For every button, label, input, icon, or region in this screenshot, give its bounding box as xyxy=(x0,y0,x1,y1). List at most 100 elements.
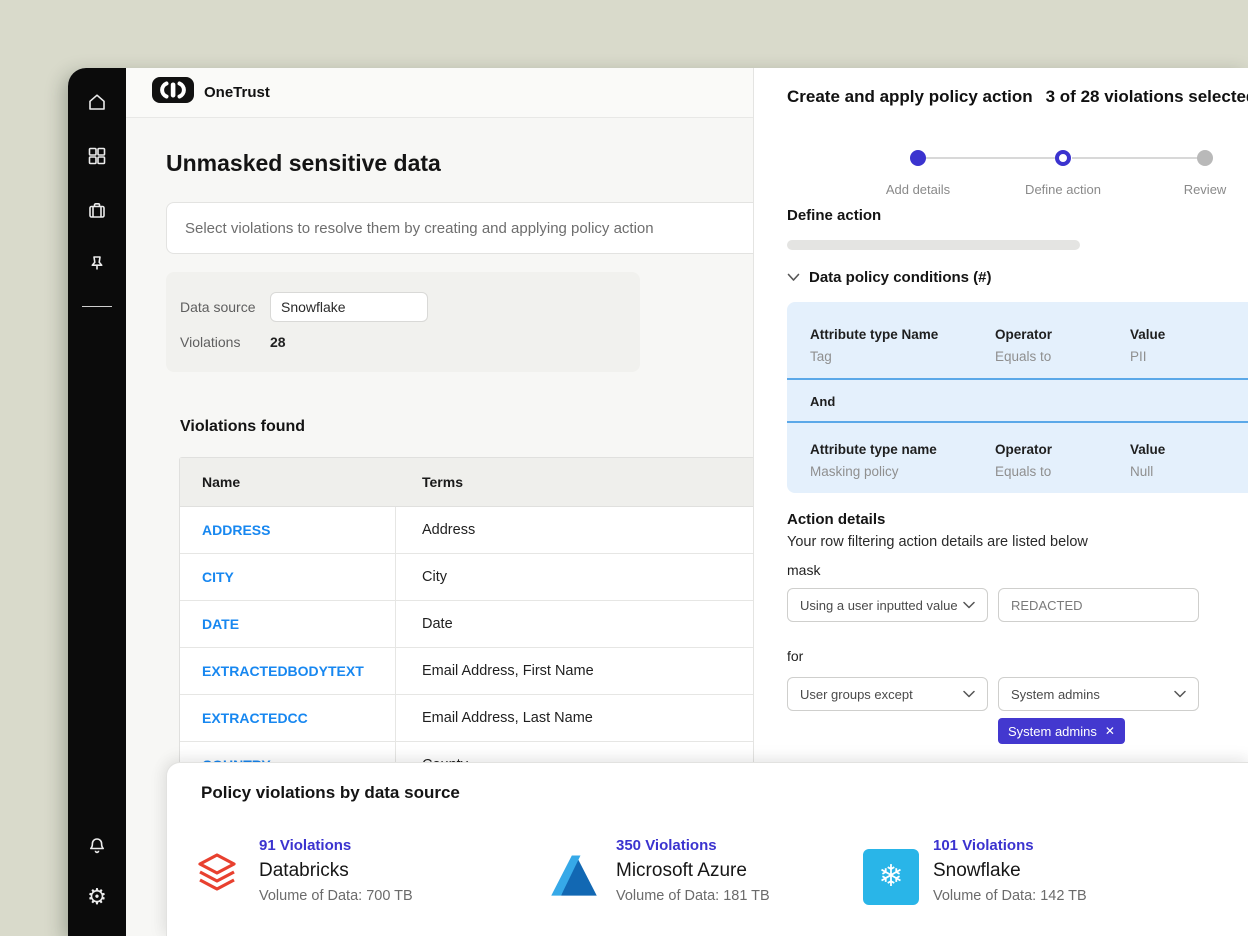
chevron-down-icon xyxy=(787,273,800,282)
define-action-heading: Define action xyxy=(787,207,881,224)
table-header-row: Name Terms xyxy=(180,458,754,507)
table-row[interactable]: CITY City xyxy=(180,554,754,601)
condition-attr-value: Masking policy xyxy=(810,464,937,479)
for-label: for xyxy=(787,648,803,664)
action-details-subheading: Your row filtering action details are li… xyxy=(787,534,1088,550)
data-source-databricks: 91 Violations Databricks Volume of Data:… xyxy=(189,837,413,904)
page-title: Unmasked sensitive data xyxy=(166,150,441,177)
gear-icon[interactable]: ⚙ xyxy=(81,882,113,914)
bell-icon[interactable] xyxy=(81,830,113,862)
chevron-down-icon xyxy=(1174,690,1186,698)
violations-link[interactable]: 101 Violations xyxy=(933,837,1087,854)
condition-value-label: Value xyxy=(1130,442,1165,457)
source-volume: Volume of Data: 142 TB xyxy=(933,888,1087,904)
condition-divider xyxy=(787,378,1248,380)
violations-count-label: Violations xyxy=(180,334,270,350)
mask-method-dropdown[interactable]: Using a user inputted value xyxy=(787,588,988,622)
condition-divider xyxy=(787,421,1248,423)
condition-value-label: Value xyxy=(1130,327,1165,342)
violation-terms: Email Address, Last Name xyxy=(396,710,754,726)
chevron-down-icon xyxy=(963,601,975,609)
source-volume: Volume of Data: 700 TB xyxy=(259,888,413,904)
condition-attr-label: Attribute type name xyxy=(810,442,937,457)
violation-terms: Email Address, First Name xyxy=(396,663,754,679)
data-source-azure: 350 Violations Microsoft Azure Volume of… xyxy=(546,837,770,904)
wizard-stepper: Add details Define action Review xyxy=(787,140,1227,200)
primary-sidebar: ⚙ xyxy=(68,68,126,936)
condition-value-value: PII xyxy=(1130,349,1165,364)
azure-logo-icon xyxy=(546,849,602,901)
step-dot-upcoming xyxy=(1197,150,1213,166)
snowflake-logo-icon: ❄ xyxy=(863,849,919,905)
violations-found-heading: Violations found xyxy=(180,418,305,436)
source-name: Microsoft Azure xyxy=(616,860,770,882)
app-window: ⚙ OneTrust Unmasked sensitive data Selec… xyxy=(68,68,1248,936)
footer-title: Policy violations by data source xyxy=(201,783,460,803)
for-method-dropdown[interactable]: User groups except xyxy=(787,677,988,711)
data-policy-conditions-box: Attribute type Name Tag Operator Equals … xyxy=(787,302,1248,493)
brand-name: OneTrust xyxy=(204,84,270,101)
violation-name-link[interactable]: ADDRESS xyxy=(180,507,396,553)
onetrust-logo-icon xyxy=(152,77,194,108)
step-dot-current xyxy=(1055,150,1071,166)
step-label-add-details[interactable]: Add details xyxy=(886,182,950,197)
step-label-review[interactable]: Review xyxy=(1184,182,1227,197)
policy-violations-card: Policy violations by data source 91 Viol… xyxy=(166,762,1248,936)
pin-icon[interactable] xyxy=(81,248,113,280)
sidebar-divider xyxy=(82,306,112,307)
column-header-terms: Terms xyxy=(396,474,754,490)
mask-label: mask xyxy=(787,562,820,578)
violation-terms: Date xyxy=(396,616,754,632)
violation-name-link[interactable]: DATE xyxy=(180,601,396,647)
violation-terms: City xyxy=(396,569,754,585)
violation-name-link[interactable]: EXTRACTEDBODYTEXT xyxy=(180,648,396,694)
briefcase-icon[interactable] xyxy=(81,194,113,226)
conditions-heading-text: Data policy conditions (#) xyxy=(809,269,992,286)
conditions-section-toggle[interactable]: Data policy conditions (#) xyxy=(787,269,992,286)
action-details-heading: Action details xyxy=(787,511,885,528)
data-source-label: Data source xyxy=(180,299,270,315)
apps-grid-icon[interactable] xyxy=(81,140,113,172)
condition-value-value: Null xyxy=(1130,464,1165,479)
condition-attr-value: Tag xyxy=(810,349,938,364)
table-row[interactable]: EXTRACTEDCC Email Address, Last Name xyxy=(180,695,754,742)
violation-name-link[interactable]: EXTRACTEDCC xyxy=(180,695,396,741)
violations-count-value: 28 xyxy=(270,334,286,350)
condition-operator-label: Operator xyxy=(995,327,1052,342)
progress-skeleton-bar xyxy=(787,240,1080,250)
panel-title-text: Create and apply policy action xyxy=(787,87,1033,107)
chevron-down-icon xyxy=(963,690,975,698)
condition-connector: And xyxy=(810,394,835,409)
table-row[interactable]: DATE Date xyxy=(180,601,754,648)
violations-link[interactable]: 350 Violations xyxy=(616,837,770,854)
source-name: Databricks xyxy=(259,860,413,882)
source-name: Snowflake xyxy=(933,860,1087,882)
chip-remove-icon[interactable]: ✕ xyxy=(1105,724,1115,738)
instructions-banner: Select violations to resolve them by cre… xyxy=(166,202,754,254)
data-source-snowflake: ❄ 101 Violations Snowflake Volume of Dat… xyxy=(863,837,1087,905)
violations-link[interactable]: 91 Violations xyxy=(259,837,413,854)
home-icon[interactable] xyxy=(81,86,113,118)
source-volume: Volume of Data: 181 TB xyxy=(616,888,770,904)
selected-group-chip[interactable]: System admins ✕ xyxy=(998,718,1125,744)
step-dot-complete xyxy=(910,150,926,166)
selection-count: 3 of 28 violations selected xyxy=(1046,87,1248,107)
violation-name-link[interactable]: CITY xyxy=(180,554,396,600)
condition-operator-value: Equals to xyxy=(995,464,1052,479)
table-row[interactable]: ADDRESS Address xyxy=(180,507,754,554)
table-row[interactable]: EXTRACTEDBODYTEXT Email Address, First N… xyxy=(180,648,754,695)
app-header: OneTrust xyxy=(126,68,753,118)
mask-value-input[interactable] xyxy=(998,588,1199,622)
condition-attr-label: Attribute type Name xyxy=(810,327,938,342)
instructions-text: Select violations to resolve them by cre… xyxy=(185,220,654,237)
condition-operator-label: Operator xyxy=(995,442,1052,457)
for-value-dropdown[interactable]: System admins xyxy=(998,677,1199,711)
violation-terms: Address xyxy=(396,522,754,538)
panel-title: Create and apply policy action 3 of 28 v… xyxy=(787,87,1248,107)
column-header-name: Name xyxy=(180,474,396,490)
databricks-logo-icon xyxy=(189,849,245,899)
data-source-input[interactable] xyxy=(270,292,428,322)
step-label-define-action[interactable]: Define action xyxy=(1025,182,1101,197)
condition-operator-value: Equals to xyxy=(995,349,1052,364)
content-area: OneTrust Unmasked sensitive data Select … xyxy=(126,68,1248,936)
